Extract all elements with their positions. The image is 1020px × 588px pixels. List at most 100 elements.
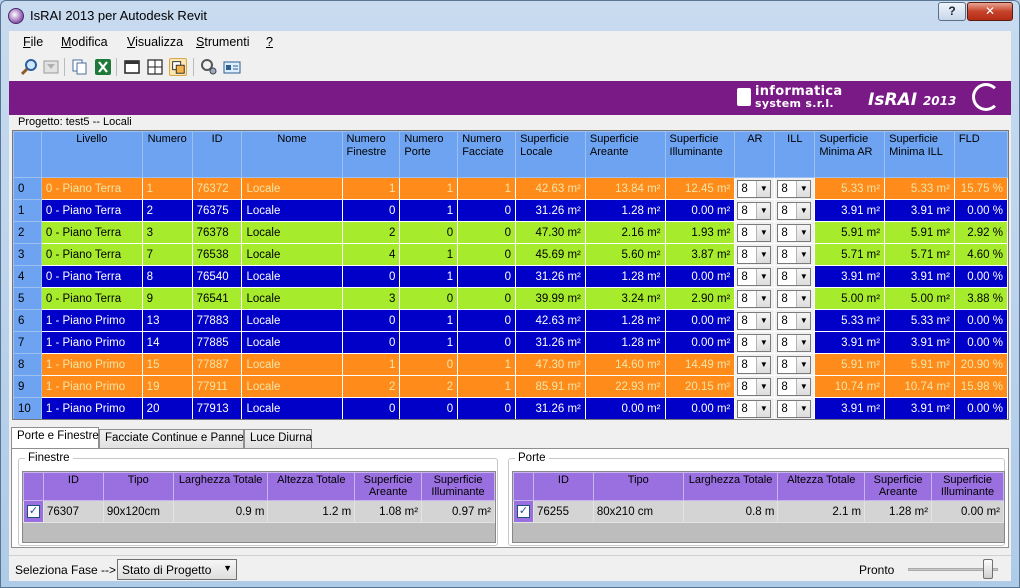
row-index[interactable]: 5 [13,287,42,310]
ar-select[interactable]: 8 ▼ [737,245,772,264]
column-header[interactable]: Superficie Illuminante [664,131,736,178]
cell-min-ill[interactable]: 3.91 m² [884,397,955,419]
cell-sup-areante[interactable]: 13.84 m² [584,177,666,200]
checkbox[interactable]: ✓ [27,505,40,518]
tab-porte-finestre[interactable]: Porte e Finestre [11,427,99,449]
cell-illuminante[interactable]: 0.00 m² [931,500,1004,523]
cell-numero[interactable]: 1 [141,177,193,200]
cell-sup-locale[interactable]: 31.26 m² [515,199,586,222]
cell-livello[interactable]: 1 - Piano Primo [40,331,143,354]
cell-min-ill[interactable]: 10.74 m² [884,375,955,398]
cell-id[interactable]: 76307 [43,500,104,523]
table-row[interactable]: 50 - Piano Terra 9 76541 Locale 3 0 0 39.99 m² 3… [13,287,1008,310]
table-row[interactable]: 30 - Piano Terra 7 76538 Locale 4 1 0 45.69 m² 5… [13,243,1008,266]
zoom-slider-thumb[interactable] [983,559,993,579]
cell-sup-illuminante[interactable]: 2.90 m² [664,287,736,310]
cell-min-ar[interactable]: 3.91 m² [814,397,886,419]
cell-altezza[interactable]: 1.2 m [267,500,356,523]
column-header[interactable]: Superficie Locale [515,131,586,178]
cell-facciate[interactable]: 0 [457,309,517,332]
cell-tipo[interactable]: 80x210 cm [592,500,684,523]
cell-id[interactable]: 77913 [191,397,243,419]
cell-ill[interactable]: 8 ▼ [774,331,816,354]
cell-sup-illuminante[interactable]: 0.00 m² [664,265,736,288]
table-row[interactable]: 00 - Piano Terra 1 76372 Locale 1 1 1 42.63 m² 1… [13,177,1008,200]
cell-numero[interactable]: 15 [141,353,193,376]
cell-min-ar[interactable]: 5.91 m² [814,353,886,376]
menu-file[interactable]: File [23,35,43,49]
table-row[interactable]: 91 - Piano Primo 19 77911 Locale 2 2 1 85.91 m²… [13,375,1008,398]
view-grid-icon[interactable] [146,58,164,76]
cell-porte[interactable]: 1 [399,265,459,288]
cell-min-ill[interactable]: 5.91 m² [884,353,955,376]
filter-icon[interactable] [42,58,60,76]
cell-nome[interactable]: Locale [241,199,343,222]
cell-livello[interactable]: 0 - Piano Terra [40,177,143,200]
cell-id[interactable]: 77911 [191,375,243,398]
table-row[interactable]: 20 - Piano Terra 3 76378 Locale 2 0 0 47.30 m² 2… [13,221,1008,244]
tab-facciate[interactable]: Facciate Continue e Pannelli [99,429,251,449]
cell-id[interactable]: 76540 [191,265,243,288]
column-header[interactable]: Altezza Totale [267,472,356,501]
cell-facciate[interactable]: 0 [457,287,517,310]
cell-sup-illuminante[interactable]: 0.00 m² [664,397,736,419]
cell-nome[interactable]: Locale [241,331,343,354]
cell-ill[interactable]: 8 ▼ [774,287,816,310]
cell-min-ill[interactable]: 5.33 m² [884,309,955,332]
cell-ar[interactable]: 8 ▼ [734,309,776,332]
column-header[interactable]: Numero Facciate [457,131,517,178]
cell-numero[interactable]: 19 [141,375,193,398]
cell-numero[interactable]: 14 [141,331,193,354]
cell-fld[interactable]: 15.75 % [953,177,1008,200]
cell-nome[interactable]: Locale [241,287,343,310]
cell-fld[interactable]: 4.60 % [953,243,1008,266]
table-row[interactable]: ✓ 76307 90x120cm 0.9 m 1.2 m 1.08 m² 0.97 m² [23,500,495,523]
cell-sup-locale[interactable]: 45.69 m² [515,243,586,266]
cell-finestre[interactable]: 0 [341,199,401,222]
cell-nome[interactable]: Locale [241,177,343,200]
cell-fld[interactable]: 0.00 % [953,397,1008,419]
cell-min-ill[interactable]: 5.33 m² [884,177,955,200]
column-header[interactable]: Tipo [592,472,684,501]
help-button[interactable]: ? [938,2,966,21]
cell-livello[interactable]: 0 - Piano Terra [40,199,143,222]
column-header[interactable]: Numero [141,131,193,178]
cell-min-ar[interactable]: 5.33 m² [814,177,886,200]
view-tiles-icon[interactable] [169,58,187,76]
cell-ar[interactable]: 8 ▼ [734,375,776,398]
cell-facciate[interactable]: 0 [457,265,517,288]
cell-porte[interactable]: 1 [399,177,459,200]
cell-ill[interactable]: 8 ▼ [774,375,816,398]
cell-id[interactable]: 77887 [191,353,243,376]
column-header[interactable]: Superficie Illuminante [931,472,1004,501]
cell-areante[interactable]: 1.08 m² [354,500,423,523]
finestre-grid[interactable]: ID Tipo Larghezza Totale Altezza Totale Supe… [22,471,496,543]
row-index[interactable]: 0 [13,177,42,200]
cell-sup-illuminante[interactable]: 20.15 m² [664,375,736,398]
cell-min-ill[interactable]: 5.91 m² [884,221,955,244]
ill-select[interactable]: 8 ▼ [777,377,812,396]
row-index[interactable]: 2 [13,221,42,244]
cell-numero[interactable]: 3 [141,221,193,244]
cell-finestre[interactable]: 1 [341,353,401,376]
cell-sup-locale[interactable]: 42.63 m² [515,177,586,200]
info-card-icon[interactable] [223,58,241,76]
ill-select[interactable]: 8 ▼ [777,245,812,264]
ar-select[interactable]: 8 ▼ [737,355,772,374]
cell-nome[interactable]: Locale [241,221,343,244]
cell-id[interactable]: 76538 [191,243,243,266]
cell-min-ar[interactable]: 5.33 m² [814,309,886,332]
cell-fld[interactable]: 0.00 % [953,331,1008,354]
tab-luce-diurna[interactable]: Luce Diurna [244,429,312,449]
cell-finestre[interactable]: 0 [341,331,401,354]
cell-sup-illuminante[interactable]: 0.00 m² [664,331,736,354]
cell-sup-illuminante[interactable]: 0.00 m² [664,199,736,222]
column-header[interactable]: AR [734,131,776,178]
cell-fld[interactable]: 0.00 % [953,309,1008,332]
cell-finestre[interactable]: 1 [341,177,401,200]
menu-strumenti[interactable]: Strumenti [196,35,250,49]
cell-sup-areante[interactable]: 1.28 m² [584,199,666,222]
cell-ar[interactable]: 8 ▼ [734,397,776,419]
cell-nome[interactable]: Locale [241,375,343,398]
cell-ar[interactable]: 8 ▼ [734,265,776,288]
